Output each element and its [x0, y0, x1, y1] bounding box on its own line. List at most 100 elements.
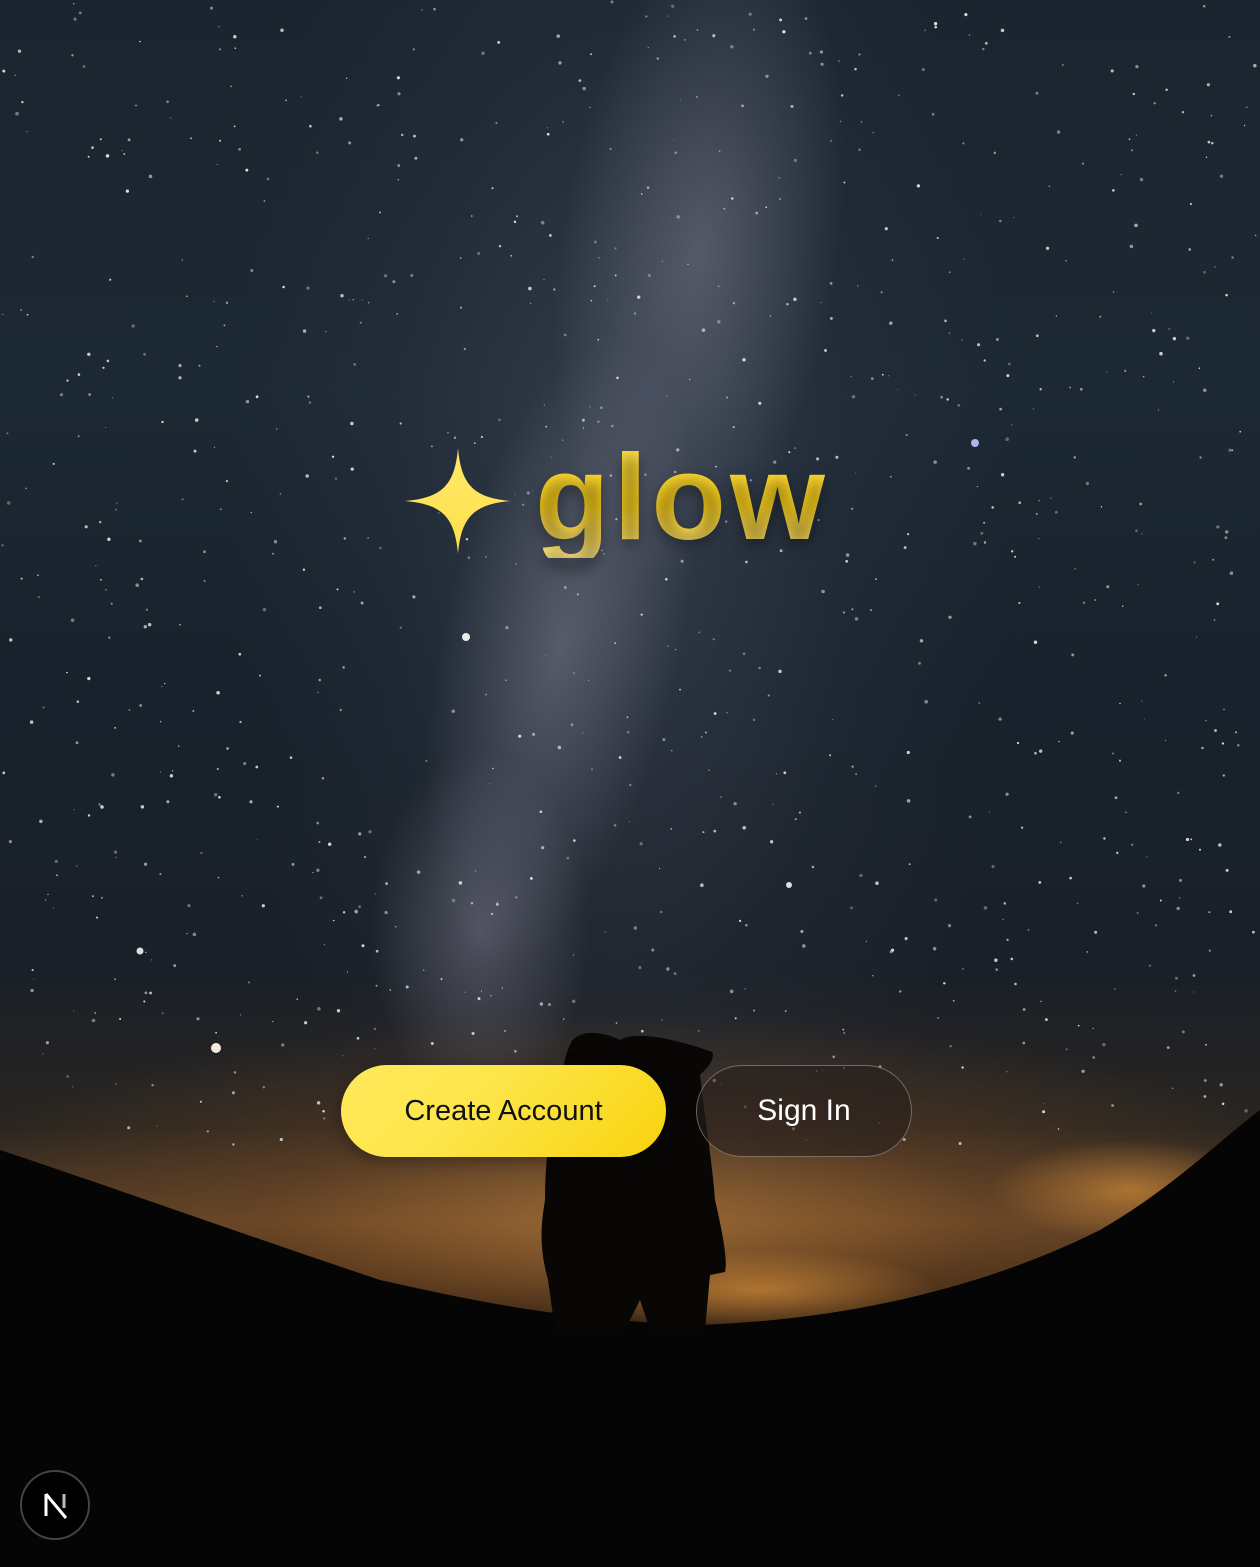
star — [342, 666, 345, 669]
star — [501, 987, 504, 989]
star — [1174, 990, 1177, 992]
star — [302, 568, 306, 571]
star — [1152, 328, 1156, 333]
star — [1000, 28, 1005, 33]
star — [783, 771, 787, 775]
star — [481, 51, 485, 55]
star — [518, 734, 522, 738]
star — [31, 255, 34, 259]
star — [932, 946, 937, 951]
star — [738, 919, 742, 923]
star — [782, 30, 786, 34]
star — [871, 377, 874, 380]
star — [323, 944, 325, 946]
star — [667, 15, 669, 17]
star — [471, 1031, 475, 1036]
star — [903, 546, 907, 550]
star — [629, 821, 631, 823]
star — [276, 805, 279, 808]
star — [412, 595, 416, 599]
star — [976, 486, 978, 488]
star — [1211, 141, 1214, 145]
star — [273, 540, 278, 544]
star — [305, 474, 309, 478]
nextjs-dev-badge[interactable] — [20, 1470, 90, 1540]
star — [881, 373, 884, 376]
star — [1254, 234, 1257, 237]
night-sky-background — [0, 0, 1260, 1567]
star — [231, 1091, 235, 1095]
star — [571, 999, 576, 1004]
star — [187, 904, 191, 908]
star — [899, 990, 902, 993]
star — [671, 750, 673, 752]
create-account-button[interactable]: Create Account — [341, 1065, 666, 1157]
star — [765, 206, 768, 209]
star — [1159, 351, 1163, 356]
nextjs-logo-icon — [44, 1493, 68, 1519]
star — [1203, 271, 1206, 274]
sign-in-button[interactable]: Sign In — [696, 1065, 912, 1157]
star — [339, 117, 343, 121]
star — [528, 286, 532, 291]
star — [100, 578, 102, 581]
star — [1027, 929, 1030, 931]
star — [156, 1125, 158, 1127]
star — [661, 1019, 663, 1022]
star — [127, 1126, 131, 1130]
star — [464, 991, 466, 993]
star — [2, 771, 6, 775]
star — [1112, 291, 1115, 293]
star — [307, 395, 310, 398]
star — [689, 378, 691, 380]
star — [957, 404, 961, 407]
star — [245, 399, 250, 404]
star — [1128, 138, 1131, 141]
star — [582, 732, 584, 734]
star — [1192, 974, 1196, 977]
star — [778, 669, 782, 674]
star — [793, 297, 797, 301]
star — [447, 431, 449, 434]
star — [529, 876, 533, 880]
star — [851, 765, 854, 768]
star — [77, 373, 81, 376]
star — [725, 396, 729, 399]
star — [421, 9, 423, 11]
star — [742, 652, 746, 656]
star — [71, 54, 74, 57]
star — [1007, 362, 1011, 366]
star — [1142, 884, 1146, 888]
star — [1216, 525, 1220, 529]
star — [733, 801, 737, 806]
star — [26, 130, 28, 133]
star — [546, 127, 549, 129]
star — [858, 53, 861, 56]
star — [767, 694, 770, 697]
star — [29, 720, 34, 724]
star — [713, 829, 717, 833]
star — [225, 301, 229, 304]
star — [1069, 876, 1072, 880]
star — [573, 839, 576, 842]
star — [451, 898, 456, 903]
star — [272, 1020, 274, 1023]
star — [1175, 976, 1178, 980]
star — [495, 121, 498, 125]
star — [708, 769, 711, 772]
star — [793, 158, 798, 162]
star — [786, 302, 789, 306]
star — [72, 1086, 74, 1088]
star — [1014, 982, 1017, 986]
star — [1039, 749, 1043, 753]
star — [1005, 437, 1009, 441]
star — [1006, 938, 1009, 941]
star — [626, 730, 630, 734]
star — [638, 966, 642, 970]
star — [1208, 949, 1211, 952]
star — [820, 62, 824, 66]
star — [296, 998, 298, 1000]
star — [340, 293, 344, 298]
star — [216, 691, 220, 695]
star — [375, 984, 378, 987]
